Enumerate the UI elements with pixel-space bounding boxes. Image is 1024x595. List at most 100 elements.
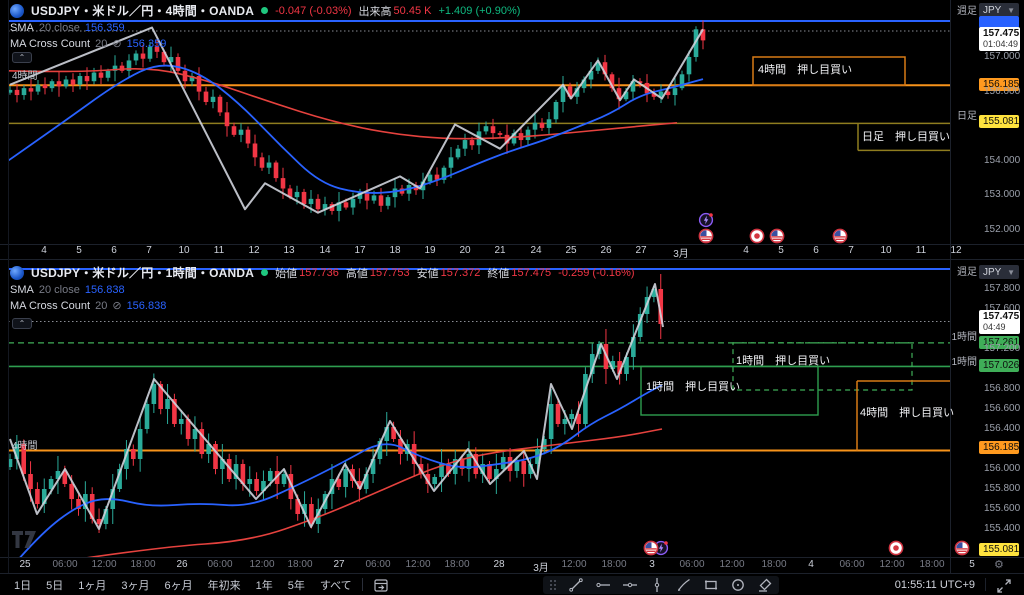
- chart-top-header: USDJPY・米ドル／円・4時間・OANDA -0.047 (-0.03%) 出…: [10, 3, 520, 18]
- macross-label: MA Cross Count: [10, 300, 90, 312]
- time-axis-label: 12:00: [91, 559, 116, 570]
- time-axis-label: 14: [319, 245, 330, 256]
- collapse-pane-button[interactable]: ⌃: [12, 52, 32, 63]
- time-axis-label: 6: [111, 245, 117, 256]
- range-button-5日[interactable]: 5日: [46, 577, 63, 593]
- price-change: -0.047 (-0.03%): [275, 5, 351, 17]
- time-axis-label: 25: [19, 559, 30, 570]
- trend-line-icon[interactable]: [568, 577, 584, 593]
- time-axis-label: 7: [848, 245, 854, 256]
- time-axis-settings-icon[interactable]: ⚙: [994, 558, 1004, 571]
- ellipse-icon[interactable]: [730, 577, 746, 593]
- range-button-6ヶ月[interactable]: 6ヶ月: [165, 577, 193, 593]
- eraser-icon[interactable]: [757, 577, 773, 593]
- brush-icon[interactable]: [676, 577, 692, 593]
- drag-handle[interactable]: [549, 578, 557, 592]
- ray-line-icon[interactable]: [595, 577, 611, 593]
- event-icon-us-flag[interactable]: [698, 228, 714, 244]
- symbol-logo-icon: [10, 266, 24, 280]
- range-button-3ヶ月[interactable]: 3ヶ月: [121, 577, 149, 593]
- event-icon-bolt[interactable]: [698, 212, 714, 228]
- hidden-icon[interactable]: ⊘: [112, 299, 121, 312]
- daily-line-title: 日足: [957, 107, 977, 122]
- range-button-年初来[interactable]: 年初来: [208, 577, 241, 593]
- legend-sma-bottom[interactable]: SMA 20 close 156.838: [10, 284, 125, 296]
- time-axis-label: 17: [354, 245, 365, 256]
- event-icon-us-flag[interactable]: [954, 540, 970, 556]
- price-tick-label: 157.800: [984, 283, 1020, 294]
- symbol-title[interactable]: USDJPY・米ドル／円・4時間・OANDA: [31, 2, 254, 19]
- time-axis-label: 4: [743, 245, 749, 256]
- legend-macross-top[interactable]: MA Cross Count 20 ⊘ 156.359: [10, 37, 166, 50]
- time-axis-label: 06:00: [679, 559, 704, 570]
- time-axis-label: 3: [649, 559, 655, 570]
- range-button-すべて[interactable]: すべて: [320, 577, 352, 593]
- time-axis-label: 12:00: [879, 559, 904, 570]
- price-tick-label: 155.800: [984, 483, 1020, 494]
- sma-value: 156.359: [85, 22, 125, 34]
- go-to-date-icon[interactable]: [373, 577, 389, 593]
- hidden-icon[interactable]: ⊘: [112, 37, 121, 50]
- time-axis-label: 12:00: [719, 559, 744, 570]
- trading-chart-app: USDJPY・米ドル／円・4時間・OANDA -0.047 (-0.03%) 出…: [0, 0, 1024, 595]
- bar-countdown: 01:04:49: [983, 39, 1020, 50]
- time-axis-label: 3月: [673, 245, 689, 260]
- level-label-yellow: 155.081: [979, 543, 1019, 556]
- time-axis-label: 21: [494, 245, 505, 256]
- price-tick-label: 153.000: [984, 189, 1020, 200]
- sma-label: SMA: [10, 22, 34, 34]
- event-icon-jp-flag[interactable]: [749, 228, 765, 244]
- weekly-line-title: 週足: [957, 263, 977, 278]
- tradingview-logo[interactable]: [12, 531, 40, 548]
- time-axis-label: 27: [635, 245, 646, 256]
- annotation-4h-buy[interactable]: 4時間 押し目買い: [860, 404, 954, 420]
- symbol-title[interactable]: USDJPY・米ドル／円・1時間・OANDA: [31, 264, 254, 281]
- macross-label: MA Cross Count: [10, 38, 90, 50]
- annotation-daily-buy[interactable]: 日足 押し目買い: [862, 128, 950, 144]
- range-button-1年[interactable]: 1年: [256, 577, 273, 593]
- time-axis-label: 20: [459, 245, 470, 256]
- open-label: 始値: [275, 265, 297, 281]
- event-icon-us-flag[interactable]: [832, 228, 848, 244]
- volume-label: 出来高: [359, 3, 392, 19]
- level-label-orange: 156.185: [979, 441, 1019, 454]
- level-label-green-2: 157.026: [979, 359, 1019, 372]
- chart-canvas[interactable]: [0, 0, 1024, 595]
- market-status-icon: [261, 7, 268, 14]
- currency-dropdown[interactable]: JPY ▼: [979, 3, 1019, 17]
- macross-value: 156.838: [127, 300, 167, 312]
- annotation-1h-buy-dashed[interactable]: 1時間 押し目買い: [736, 352, 830, 368]
- sma-value: 156.838: [85, 284, 125, 296]
- legend-sma-top[interactable]: SMA 20 close 156.359: [10, 22, 125, 34]
- time-axis-label: 4: [808, 559, 814, 570]
- high-value: 157.753: [370, 267, 410, 279]
- level-label-yellow: 155.081: [979, 115, 1019, 128]
- currency-dropdown[interactable]: JPY ▼: [979, 265, 1019, 279]
- pane-divider[interactable]: [0, 259, 1024, 260]
- annotation-1h-buy-solid[interactable]: 1時間 押し目買い: [646, 378, 740, 394]
- range-button-5年[interactable]: 5年: [288, 577, 305, 593]
- event-icon-us-flag[interactable]: [769, 228, 785, 244]
- time-axis-label: 28: [493, 559, 504, 570]
- time-axis-label: 18:00: [287, 559, 312, 570]
- price-axis-border[interactable]: [950, 0, 951, 573]
- time-axis-label: 12:00: [249, 559, 274, 570]
- price-tick-label: 152.000: [984, 224, 1020, 235]
- maximize-icon[interactable]: [996, 578, 1012, 594]
- range-button-1ヶ月[interactable]: 1ヶ月: [78, 577, 106, 593]
- macross-params: 20: [95, 300, 107, 312]
- annotation-4h-buy[interactable]: 4時間 押し目買い: [758, 61, 852, 77]
- vertical-line-icon[interactable]: [649, 577, 665, 593]
- range-button-1日[interactable]: 1日: [14, 577, 31, 593]
- time-axis-label: 11: [916, 245, 926, 256]
- event-icon-us-flag[interactable]: [643, 540, 659, 556]
- current-price: 157.475: [983, 28, 1020, 39]
- price-tick-label: 156.400: [984, 423, 1020, 434]
- horizontal-line-icon[interactable]: [622, 577, 638, 593]
- time-axis-label: 12: [950, 245, 961, 256]
- event-icon-jp-flag[interactable]: [888, 540, 904, 556]
- price-tick-label: 156.600: [984, 403, 1020, 414]
- collapse-pane-button[interactable]: ⌃: [12, 318, 32, 329]
- legend-macross-bottom[interactable]: MA Cross Count 20 ⊘ 156.838: [10, 299, 166, 312]
- rectangle-icon[interactable]: [703, 577, 719, 593]
